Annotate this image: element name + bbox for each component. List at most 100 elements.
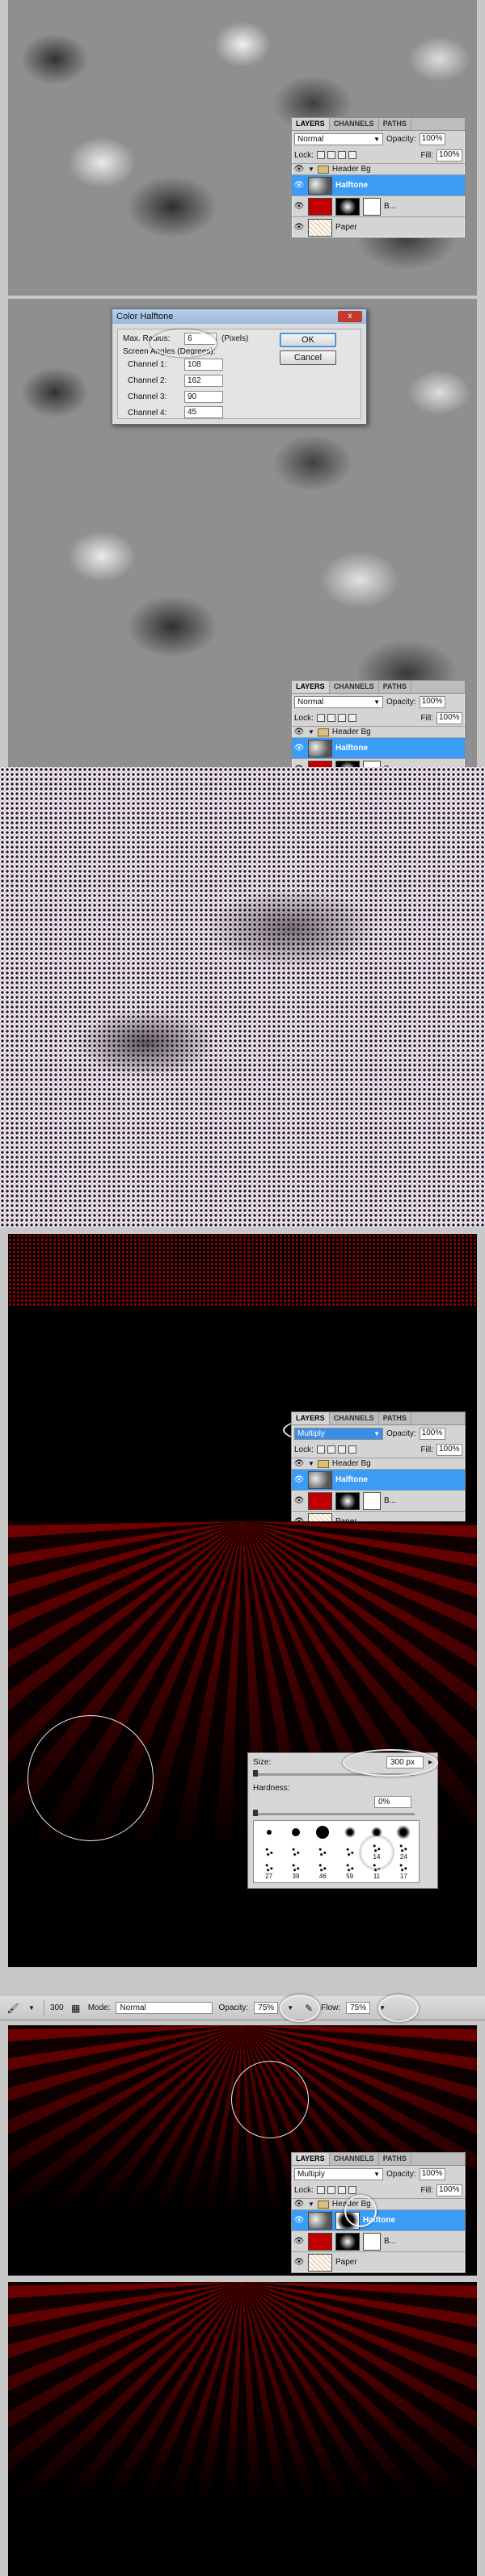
eye-icon[interactable]: 👁 xyxy=(293,744,305,753)
hardness-input[interactable]: 0% xyxy=(374,1796,411,1808)
layer-paper[interactable]: 👁 Paper xyxy=(292,2251,465,2272)
lock-pixels-icon[interactable] xyxy=(327,714,335,722)
layer-paper[interactable]: 👁 Paper xyxy=(292,216,465,237)
lock-transparency-icon[interactable] xyxy=(316,1445,325,1454)
lock-transparency-icon[interactable] xyxy=(316,151,325,159)
lock-transparency-icon[interactable] xyxy=(316,714,325,722)
brush-preset[interactable]: 59 xyxy=(337,1862,362,1880)
tab-paths[interactable]: PATHS xyxy=(379,1412,411,1424)
blend-mode-select[interactable]: Multiply ▼ xyxy=(294,2167,383,2180)
eye-icon[interactable]: 👁 xyxy=(293,1475,305,1484)
layer-halftone[interactable]: 👁 Halftone xyxy=(292,2209,465,2230)
lock-all-icon[interactable] xyxy=(348,151,356,159)
brush-preset[interactable]: 39 xyxy=(283,1862,308,1880)
tab-layers[interactable]: LAYERS xyxy=(292,1412,330,1424)
brush-preset[interactable]: 17 xyxy=(391,1862,416,1880)
tab-layers[interactable]: LAYERS xyxy=(292,681,330,693)
eye-icon[interactable]: 👁 xyxy=(293,223,305,232)
brush-preset[interactable]: 24 xyxy=(391,1843,416,1861)
brush-preset[interactable] xyxy=(283,1823,308,1841)
brush-preset[interactable] xyxy=(310,1843,335,1861)
cancel-button[interactable]: Cancel xyxy=(280,350,336,365)
opacity-input[interactable]: 100% xyxy=(419,2167,445,2180)
lock-position-icon[interactable] xyxy=(337,151,346,159)
opacity-input[interactable]: 100% xyxy=(419,132,445,145)
tab-channels[interactable]: CHANNELS xyxy=(330,2153,379,2165)
flow-input[interactable]: 75% xyxy=(346,2002,371,2014)
triangle-down-icon[interactable]: ▼ xyxy=(308,2201,314,2208)
triangle-down-icon[interactable]: ▼ xyxy=(308,166,314,173)
brush-panel-toggle-icon[interactable]: ▦ xyxy=(70,2002,82,2015)
lock-position-icon[interactable] xyxy=(337,714,346,722)
tab-layers[interactable]: LAYERS xyxy=(292,2153,330,2165)
tab-channels[interactable]: CHANNELS xyxy=(330,681,379,693)
fill-input[interactable]: 100% xyxy=(436,2184,462,2196)
brush-preset[interactable] xyxy=(283,1843,308,1861)
mode-select[interactable]: Normal xyxy=(116,2002,213,2014)
lock-transparency-icon[interactable] xyxy=(316,2186,325,2194)
eye-icon[interactable]: 👁 xyxy=(293,181,305,190)
eye-icon[interactable]: 👁 xyxy=(293,1496,305,1505)
layer-halftone[interactable]: 👁 Halftone xyxy=(292,1469,465,1490)
channel-4-input[interactable]: 45 xyxy=(184,406,223,418)
brush-preset[interactable] xyxy=(337,1843,362,1861)
brush-preset[interactable] xyxy=(256,1823,281,1841)
brush-preset[interactable] xyxy=(337,1823,362,1841)
fill-input[interactable]: 100% xyxy=(436,149,462,162)
opacity-input[interactable]: 100% xyxy=(419,695,445,708)
layer-paper[interactable]: 👁 Paper xyxy=(292,1511,465,1521)
eye-icon[interactable]: 👁 xyxy=(293,2237,305,2246)
tab-paths[interactable]: PATHS xyxy=(379,2153,411,2165)
layer-group-header-bg[interactable]: 👁 ▼ Header Bg xyxy=(292,2198,465,2209)
tab-paths[interactable]: PATHS xyxy=(379,681,411,693)
channel-3-input[interactable]: 90 xyxy=(184,391,223,403)
channel-2-input[interactable]: 162 xyxy=(184,375,223,387)
ok-button[interactable]: OK xyxy=(280,333,336,347)
layer-halftone[interactable]: 👁 Halftone xyxy=(292,737,465,758)
triangle-down-icon[interactable]: ▼ xyxy=(308,1460,314,1467)
eye-icon[interactable]: 👁 xyxy=(293,2216,305,2225)
eye-icon[interactable]: 👁 xyxy=(293,728,305,736)
tab-layers[interactable]: LAYERS xyxy=(292,118,330,130)
opacity-input[interactable]: 75% xyxy=(254,2002,279,2014)
brush-preset[interactable] xyxy=(391,1823,416,1841)
layer-red[interactable]: 👁 B... xyxy=(292,195,465,216)
layer-red[interactable]: 👁 B... xyxy=(292,758,465,767)
layer-red[interactable]: 👁 B... xyxy=(292,2230,465,2251)
lock-position-icon[interactable] xyxy=(337,1445,346,1454)
lock-pixels-icon[interactable] xyxy=(327,2186,335,2194)
layer-red[interactable]: 👁 B... xyxy=(292,1490,465,1511)
lock-all-icon[interactable] xyxy=(348,2186,356,2194)
layer-group-header-bg[interactable]: 👁 ▼ Header Bg xyxy=(292,163,465,174)
fill-input[interactable]: 100% xyxy=(436,711,462,724)
lock-all-icon[interactable] xyxy=(348,714,356,722)
eye-icon[interactable]: 👁 xyxy=(293,165,305,174)
layer-group-header-bg[interactable]: 👁 ▼ Header Bg xyxy=(292,726,465,737)
chevron-down-icon[interactable]: ▼ xyxy=(25,2002,38,2015)
lock-pixels-icon[interactable] xyxy=(327,151,335,159)
blend-mode-select[interactable]: Normal ▼ xyxy=(294,695,383,708)
lock-position-icon[interactable] xyxy=(337,2186,346,2194)
lock-all-icon[interactable] xyxy=(348,1445,356,1454)
close-button[interactable]: x xyxy=(338,311,362,322)
eye-icon[interactable]: 👁 xyxy=(293,2258,305,2267)
brush-preset[interactable] xyxy=(256,1843,281,1861)
opacity-input[interactable]: 100% xyxy=(419,1427,445,1440)
tab-paths[interactable]: PATHS xyxy=(379,118,411,130)
eye-icon[interactable]: 👁 xyxy=(293,202,305,211)
layer-group-header-bg[interactable]: 👁 ▼ Header Bg xyxy=(292,1458,465,1469)
tab-channels[interactable]: CHANNELS xyxy=(330,118,379,130)
brush-preset[interactable] xyxy=(310,1823,335,1841)
brush-preset[interactable]: 46 xyxy=(310,1862,335,1880)
blend-mode-select[interactable]: Multiply ▼ xyxy=(294,1427,383,1440)
blend-mode-select[interactable]: Normal ▼ xyxy=(294,132,383,145)
eye-icon[interactable]: 👁 xyxy=(293,1459,305,1468)
brush-preset[interactable]: 27 xyxy=(256,1862,281,1880)
layer-halftone[interactable]: 👁 Halftone xyxy=(292,174,465,195)
lock-pixels-icon[interactable] xyxy=(327,1445,335,1454)
brush-tool-icon[interactable]: 🖌 xyxy=(6,2002,19,2015)
brush-size-value[interactable]: 300 xyxy=(50,2003,64,2012)
fill-input[interactable]: 100% xyxy=(436,1443,462,1456)
triangle-down-icon[interactable]: ▼ xyxy=(308,728,314,736)
eye-icon[interactable]: 👁 xyxy=(293,2200,305,2209)
